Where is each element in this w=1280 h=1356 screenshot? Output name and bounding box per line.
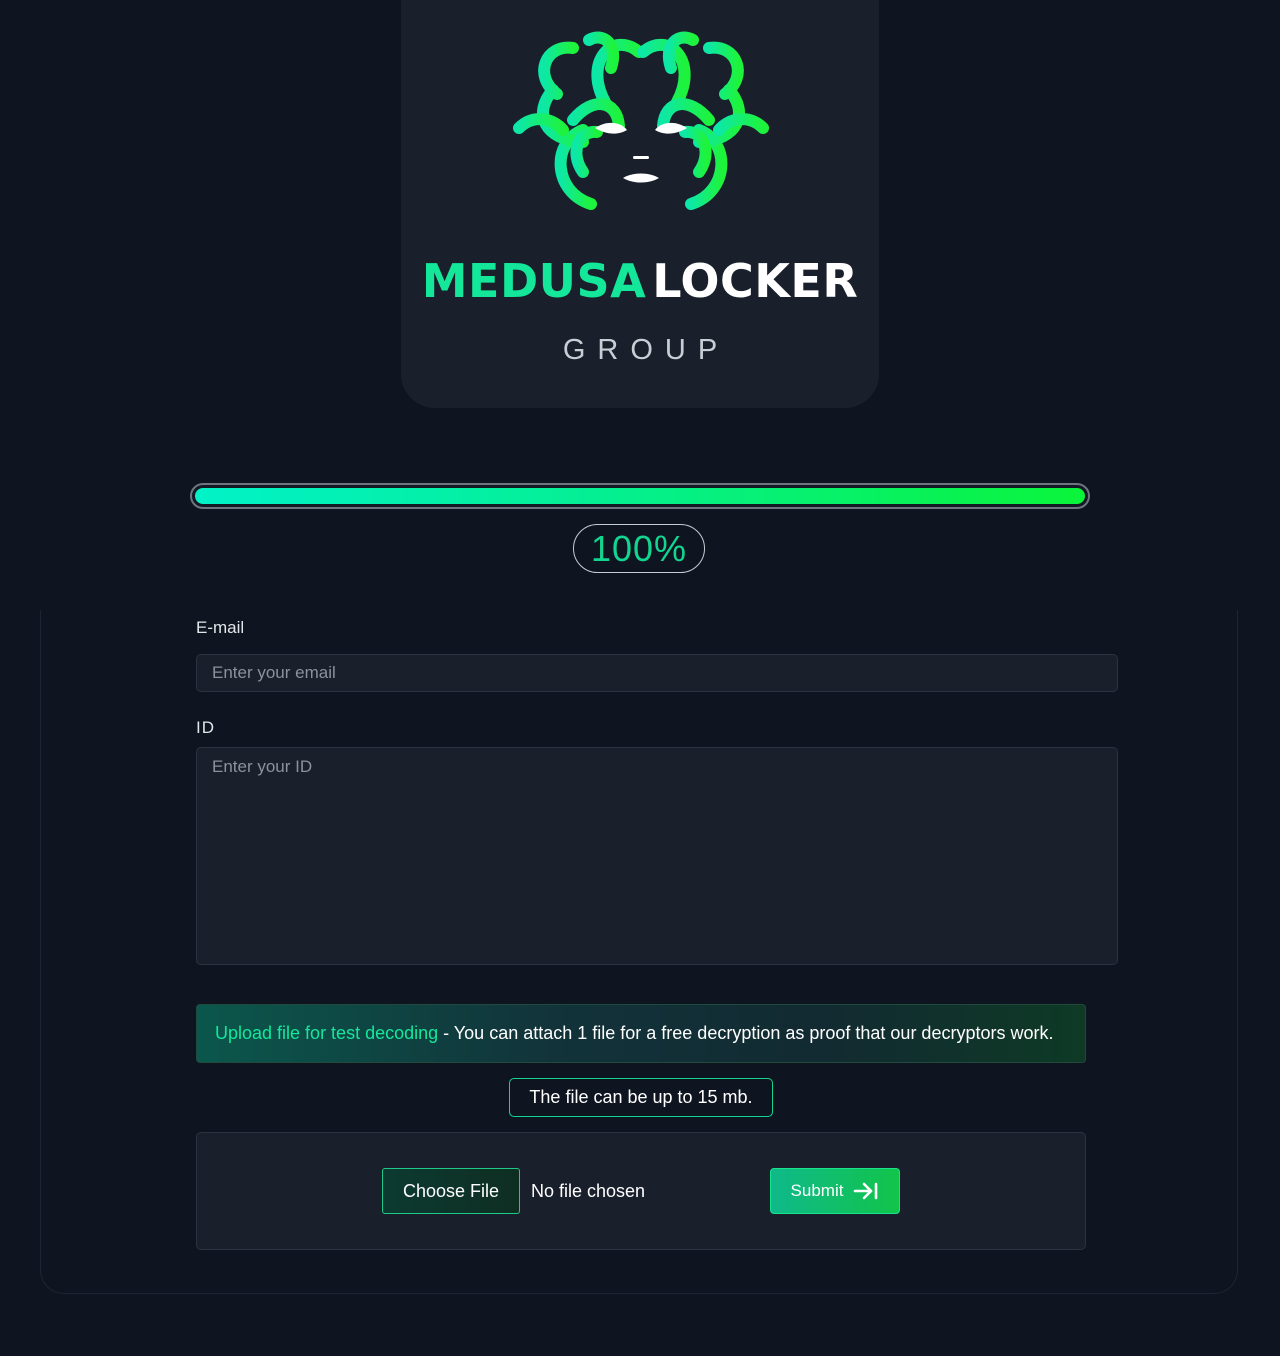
file-size-note: The file can be up to 15 mb. <box>509 1078 773 1117</box>
id-label: ID <box>196 718 215 737</box>
id-input[interactable] <box>196 747 1118 965</box>
progress-percent-badge: 100% <box>573 524 705 573</box>
brand-title: MEDUSA LOCKER <box>401 254 879 308</box>
progress-bar <box>190 483 1090 509</box>
file-status: No file chosen <box>531 1181 646 1201</box>
brand-word-medusa: MEDUSA <box>421 254 647 308</box>
arrow-right-to-bar-icon <box>854 1182 878 1200</box>
progress-bar-fill <box>195 488 1085 504</box>
upload-info-text: - You can attach 1 file for a free decry… <box>438 1023 1054 1043</box>
submit-button[interactable]: Submit <box>770 1168 900 1214</box>
logo-card: MEDUSA LOCKER GROUP <box>401 0 879 408</box>
email-label: E-mail <box>196 618 245 637</box>
submit-label: Submit <box>790 1181 844 1200</box>
upload-info-banner: Upload file for test decoding - You can … <box>196 1004 1086 1063</box>
brand-word-locker: LOCKER <box>652 254 859 308</box>
choose-file-button[interactable]: Choose File <box>382 1168 520 1214</box>
medusa-head-icon <box>513 31 769 210</box>
email-input[interactable] <box>196 654 1118 692</box>
upload-box: Choose File No file chosen Submit <box>196 1132 1086 1250</box>
upload-info-heading: Upload file for test decoding <box>215 1023 439 1043</box>
form-panel: E-mail ID Upload file for test decoding … <box>40 610 1238 1294</box>
brand-subtitle: GROUP <box>562 334 730 366</box>
